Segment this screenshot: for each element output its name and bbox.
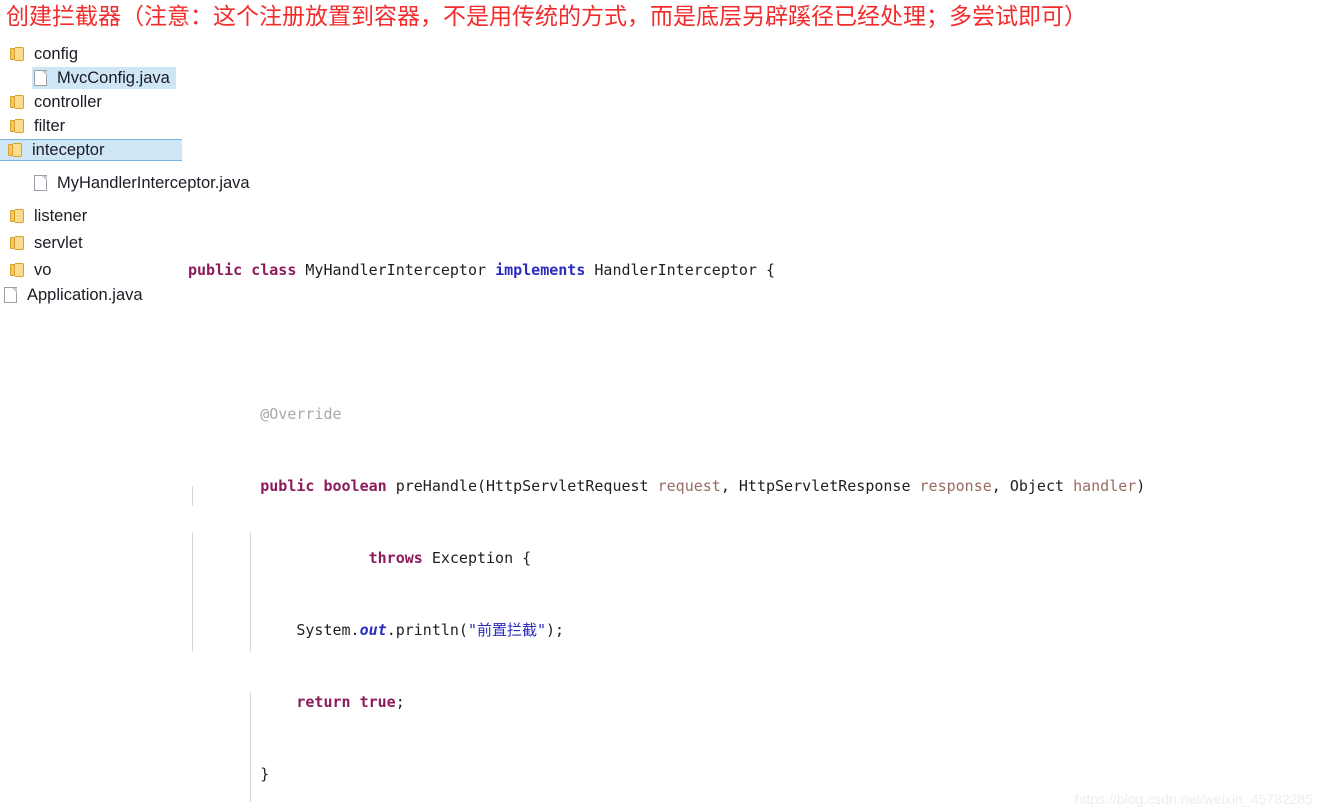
tree-item-mvcconfig-java[interactable]: MvcConfig.java	[0, 66, 228, 90]
file-icon	[34, 175, 48, 191]
code-editor-view[interactable]: public class MyHandlerInterceptor implem…	[188, 42, 1323, 811]
code-line: public boolean preHandle(HttpServletRequ…	[260, 477, 1146, 495]
folder-icon	[10, 236, 25, 250]
indent-guide	[250, 692, 251, 802]
tree-item-controller[interactable]: controller	[0, 90, 228, 114]
tree-item-label: controller	[34, 92, 102, 111]
tree-item-label: inteceptor	[32, 140, 105, 159]
code-line: return true;	[296, 693, 405, 711]
page-title: 创建拦截器（注意：这个注册放置到容器，不是用传统的方式，而是底层另辟蹊径已经处理…	[6, 4, 1087, 30]
file-icon	[34, 70, 48, 86]
folder-icon	[10, 47, 25, 61]
tree-item-label: filter	[34, 116, 66, 135]
folder-icon	[10, 263, 25, 277]
tree-item-label: vo	[34, 260, 52, 279]
file-icon	[4, 287, 18, 303]
tree-item-listener[interactable]: listener	[0, 204, 228, 228]
tree-item-inteceptor[interactable]: inteceptor	[0, 138, 228, 162]
folder-icon	[10, 209, 25, 223]
project-file-tree[interactable]: config MvcConfig.java controller filter …	[0, 42, 250, 307]
code-line: System.out.println("前置拦截");	[188, 621, 565, 639]
tree-item-label: config	[34, 44, 79, 63]
code-line: throws Exception {	[368, 549, 532, 567]
tree-item-label: Application.java	[27, 285, 143, 304]
tree-item-vo[interactable]: vo	[0, 258, 228, 282]
indent-guide	[192, 486, 193, 506]
code-line: }	[188, 765, 270, 783]
tree-item-filter[interactable]: filter	[0, 114, 228, 138]
folder-icon	[10, 95, 25, 109]
tree-item-label: listener	[34, 206, 88, 225]
indent-guide	[250, 532, 251, 652]
tree-item-label: servlet	[34, 233, 83, 252]
tree-item-config[interactable]: config	[0, 42, 228, 66]
tree-item-servlet[interactable]: servlet	[0, 231, 228, 255]
tree-item-label: MyHandlerInterceptor.java	[57, 173, 250, 192]
folder-icon	[10, 119, 25, 133]
code-line: public class MyHandlerInterceptor implem…	[188, 261, 776, 279]
indent-guide	[192, 532, 193, 652]
folder-icon	[8, 143, 23, 157]
watermark-url: https://blog.csdn.net/weixin_45782285	[1074, 791, 1313, 807]
tree-item-application-java[interactable]: Application.java	[0, 283, 228, 307]
tree-item-label: MvcConfig.java	[57, 68, 170, 87]
code-line: @Override	[260, 405, 342, 423]
tree-item-myhandlerinterceptor-java[interactable]: MyHandlerInterceptor.java	[0, 171, 250, 195]
